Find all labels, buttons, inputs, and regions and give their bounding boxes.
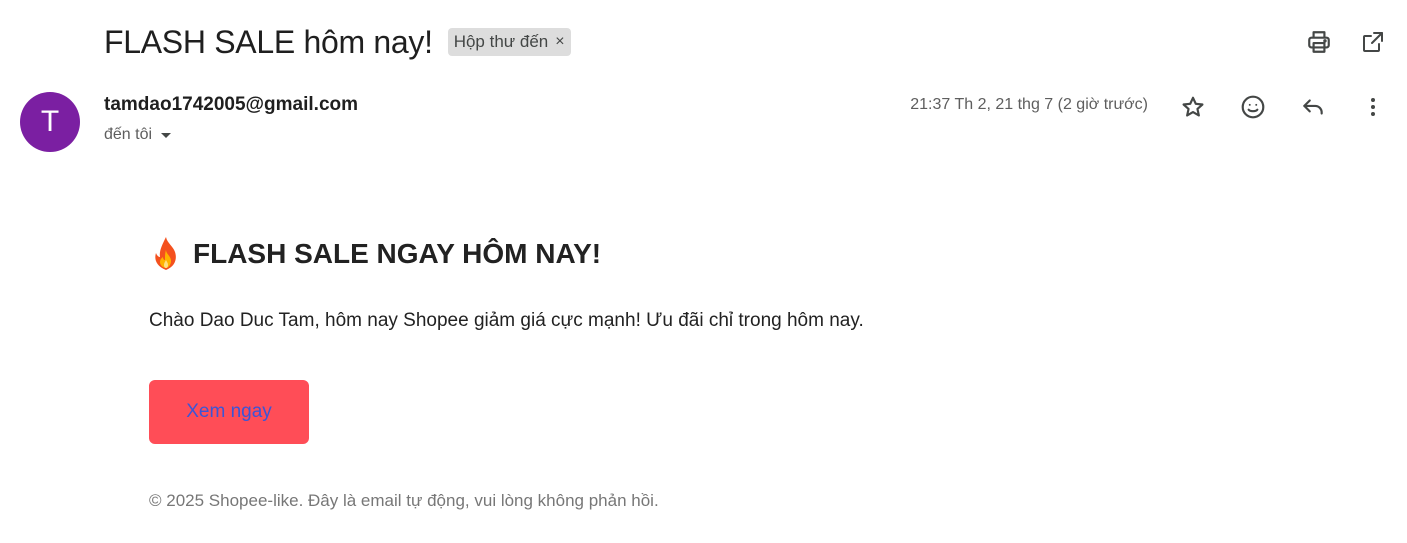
caret-down-icon: [161, 132, 172, 138]
sender-address[interactable]: tamdao1742005@gmail.com: [104, 94, 358, 116]
email-subject: FLASH SALE hôm nay!: [104, 23, 433, 60]
sender-avatar[interactable]: T: [20, 92, 80, 152]
message-headline: FLASH SALE NGAY HÔM NAY!: [149, 236, 1249, 272]
message-body: FLASH SALE NGAY HÔM NAY! Chào Dao Duc Ta…: [149, 236, 1249, 444]
recipient-details-toggle[interactable]: đến tôi: [104, 126, 172, 144]
headline-text: FLASH SALE NGAY HÔM NAY!: [193, 238, 602, 269]
emoji-icon: [1241, 95, 1265, 119]
subject-row: FLASH SALE hôm nay! Hộp thư đến ×: [104, 20, 571, 64]
message-actions: [1177, 91, 1389, 123]
inbox-label-chip[interactable]: Hộp thư đến ×: [447, 28, 571, 56]
print-icon: [1308, 31, 1330, 53]
fire-emoji-icon: [155, 237, 176, 270]
star-button[interactable]: [1177, 91, 1209, 123]
recipient-label: đến tôi: [104, 126, 153, 143]
more-vert-icon: [1371, 98, 1375, 116]
reply-icon: [1303, 99, 1323, 115]
avatar-letter: T: [40, 105, 60, 138]
message-timestamp: 21:37 Th 2, 21 thg 7 (2 giờ trước): [910, 96, 1148, 113]
inbox-label-text: Hộp thư đến: [453, 32, 549, 51]
message-intro: Chào Dao Duc Tam, hôm nay Shopee giảm gi…: [149, 310, 864, 331]
more-options-button[interactable]: [1357, 91, 1389, 123]
remove-label-icon[interactable]: ×: [555, 34, 564, 50]
open-in-new-window-icon: [1363, 32, 1383, 52]
open-in-new-window-button[interactable]: [1357, 26, 1389, 58]
reply-button[interactable]: [1297, 91, 1329, 123]
thread-toolbar: [1303, 26, 1389, 58]
add-reaction-button[interactable]: [1237, 91, 1269, 123]
print-button[interactable]: [1303, 26, 1335, 58]
message-footer: © 2025 Shopee-like. Đây là email tự động…: [149, 491, 659, 510]
view-now-button[interactable]: Xem ngay: [149, 380, 309, 444]
star-icon: [1182, 96, 1204, 117]
